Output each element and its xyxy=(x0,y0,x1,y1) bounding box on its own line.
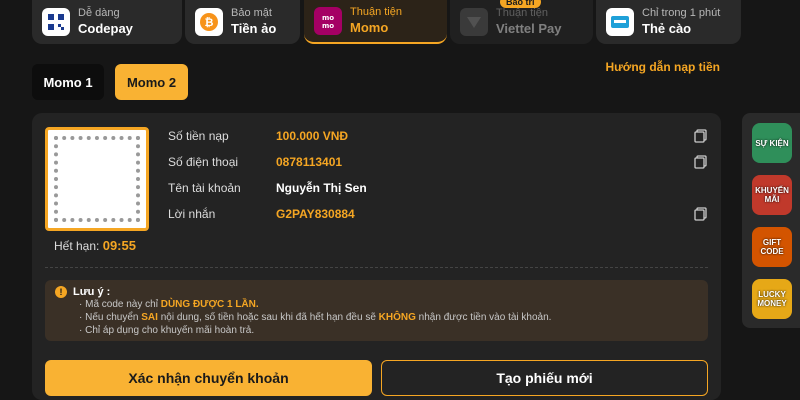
svg-text:₿: ₿ xyxy=(205,16,214,29)
note-title: ! Lưu ý : xyxy=(55,286,698,298)
qr-code-image xyxy=(45,127,149,231)
message-label: Lời nhắn xyxy=(168,207,216,221)
info-row-amount: Số tiền nạp 100.000 VNĐ xyxy=(168,127,708,145)
svg-text:mo: mo xyxy=(322,22,334,30)
info-row-message: Lời nhắn G2PAY830884 xyxy=(168,205,708,223)
tab-momo-sub: Thuận tiện xyxy=(350,6,402,18)
new-ticket-button[interactable]: Tạo phiếu mới xyxy=(381,360,708,396)
promotion-icon[interactable]: KHUYẾN MÃI xyxy=(752,175,792,215)
warning-icon: ! xyxy=(55,286,67,298)
tab-momo-label: Momo xyxy=(350,20,389,35)
tab-viettel-sub: Thuận tiện xyxy=(496,7,548,19)
info-row-phone: Số điện thoại 0878113401 xyxy=(168,153,708,171)
note-line-2-bold-2: KHÔNG xyxy=(378,312,416,323)
copy-icon[interactable] xyxy=(694,129,708,143)
deposit-guide-link[interactable]: Hướng dẫn nạp tiền xyxy=(605,60,720,74)
scratch-card-icon xyxy=(606,8,634,36)
note-line-2: · Nếu chuyển SAI nội dung, số tiền hoặc … xyxy=(79,311,698,324)
divider xyxy=(45,267,708,268)
tab-scratch-sub: Chỉ trong 1 phút xyxy=(642,7,721,19)
expiry-label: Hết hạn: xyxy=(54,239,100,253)
transfer-info-card: Hết hạn: 09:55 Số tiền nạp 100.000 VNĐ S… xyxy=(32,113,721,400)
lucky-money-icon[interactable]: LUCKY MONEY xyxy=(752,279,792,319)
promo-gift-label: GIFT CODE xyxy=(760,238,784,256)
tab-crypto-label: Tiền ảo xyxy=(231,21,277,36)
amount-label: Số tiền nạp xyxy=(168,129,229,143)
info-row-account-name: Tên tài khoản Nguyễn Thị Sen xyxy=(168,179,708,197)
promo-lucky-label: LUCKY MONEY xyxy=(757,290,787,308)
viettel-icon xyxy=(460,8,488,36)
qr-code-icon xyxy=(42,8,70,36)
phone-label: Số điện thoại xyxy=(168,155,239,169)
expiry-time: 09:55 xyxy=(102,238,136,253)
momo-icon: mo mo xyxy=(314,7,342,35)
promo-promotion-label: KHUYẾN MÃI xyxy=(755,186,789,204)
note-line-2-text-mid: nội dung, số tiền hoặc sau khi đã hết hạ… xyxy=(157,312,379,323)
promo-sidebar: SỰ KIỆN KHUYẾN MÃI GIFT CODE LUCKY MONEY xyxy=(742,113,800,328)
tab-viettel-label: Viettel Pay xyxy=(496,21,562,36)
tab-crypto[interactable]: ₿ Bảo mật Tiền ảo xyxy=(185,0,300,44)
svg-text:mo: mo xyxy=(322,14,334,22)
bitcoin-icon: ₿ xyxy=(195,8,223,36)
payment-method-tabs: Dễ dàng Codepay ₿ Bảo mật Tiền ảo mo mo T… xyxy=(0,0,800,44)
gift-code-icon[interactable]: GIFT CODE xyxy=(752,227,792,267)
copy-icon[interactable] xyxy=(694,155,708,169)
copy-icon[interactable] xyxy=(694,207,708,221)
tab-momo-2[interactable]: Momo 2 xyxy=(115,64,188,100)
promo-event-label: SỰ KIỆN xyxy=(755,138,789,148)
note-line-3: · Chỉ áp dụng cho khuyến mãi hoàn trả. xyxy=(79,324,698,337)
tab-codepay-label: Codepay xyxy=(78,21,133,36)
note-line-3-text: · Chỉ áp dụng cho khuyến mãi hoàn trả. xyxy=(79,325,255,336)
amount-value: 100.000 VNĐ xyxy=(276,129,349,143)
note-line-2-bold: SAI xyxy=(141,312,158,323)
note-line-2-text-end: nhận được tiền vào tài khoản. xyxy=(415,312,552,323)
note-line-1-bold: DÙNG ĐƯỢC 1 LẦN. xyxy=(160,299,259,310)
expiry-timer: Hết hạn: 09:55 xyxy=(54,238,136,253)
note-line-2-text: · Nếu chuyển xyxy=(79,312,142,323)
note-line-1: · Mã code này chỉ DÙNG ĐƯỢC 1 LẦN. xyxy=(79,298,698,311)
phone-value: 0878113401 xyxy=(276,155,343,169)
note-box: ! Lưu ý : · Mã code này chỉ DÙNG ĐƯỢC 1 … xyxy=(45,280,708,341)
tab-scratch-label: Thẻ cào xyxy=(642,21,692,36)
tab-codepay-sub: Dễ dàng xyxy=(78,7,120,19)
confirm-transfer-button[interactable]: Xác nhận chuyển khoản xyxy=(45,360,372,396)
note-title-text: Lưu ý : xyxy=(73,286,111,298)
deposit-screen: Dễ dàng Codepay ₿ Bảo mật Tiền ảo mo mo T… xyxy=(0,0,800,400)
event-icon[interactable]: SỰ KIỆN xyxy=(752,123,792,163)
maintenance-badge: Bảo trì xyxy=(500,0,541,8)
tab-codepay[interactable]: Dễ dàng Codepay xyxy=(32,0,182,44)
tab-momo-1[interactable]: Momo 1 xyxy=(32,64,104,100)
account-name-value: Nguyễn Thị Sen xyxy=(276,181,367,195)
account-name-label: Tên tài khoản xyxy=(168,181,241,195)
tab-scratch-card[interactable]: Chỉ trong 1 phút Thẻ cào xyxy=(596,0,741,44)
tab-momo[interactable]: mo mo Thuận tiện Momo xyxy=(304,0,447,44)
tab-crypto-sub: Bảo mật xyxy=(231,7,272,19)
message-value: G2PAY830884 xyxy=(276,207,355,221)
qr-code-pattern xyxy=(54,136,140,222)
note-line-1-text: · Mã code này chỉ xyxy=(79,299,161,310)
